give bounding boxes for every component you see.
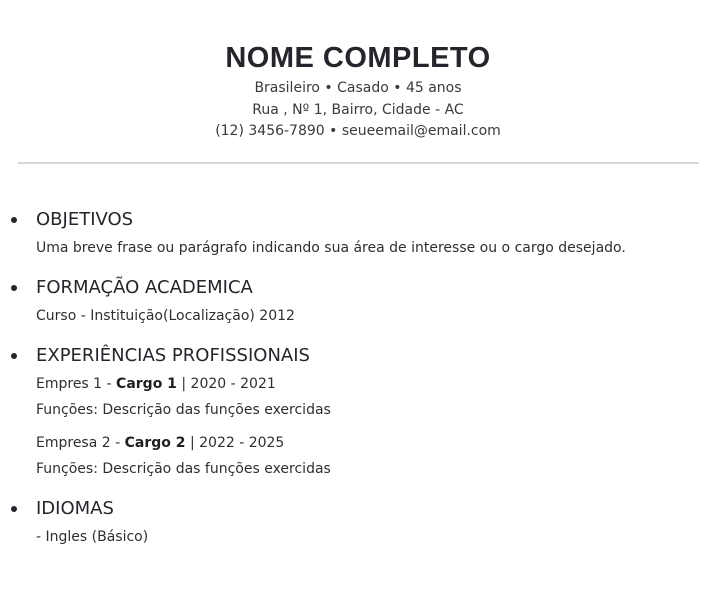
personal-info: Brasileiro • Casado • 45 anos [254, 80, 462, 96]
job-entry: Empresa 2 - Cargo 2 | 2022 - 2025 Funçõe… [0, 433, 716, 480]
job-heading: Empres 1 - Cargo 1 | 2020 - 2021 [36, 374, 716, 395]
section-education: FORMAÇÃO ACADEMICA Curso - Instituição(L… [0, 273, 716, 327]
section-languages: IDIOMAS - Ingles (Básico) [0, 494, 716, 548]
objectives-text: Uma breve frase ou parágrafo indicando s… [36, 240, 626, 256]
job-duties: Funções: Descrição das funções exercidas [36, 402, 331, 418]
bullet-icon [11, 285, 17, 291]
job-role: Cargo 2 [124, 435, 186, 451]
job-heading: Empresa 2 - Cargo 2 | 2022 - 2025 [36, 433, 716, 454]
bullet-icon [11, 506, 17, 512]
job-role: Cargo 1 [116, 376, 177, 392]
full-name: NOME COMPLETO [225, 42, 491, 74]
job-company: Empresa 2 - [36, 435, 125, 451]
section-objectives: OBJETIVOS Uma breve frase ou parágrafo i… [0, 205, 716, 259]
section-title: IDIOMAS [36, 498, 114, 519]
job-period: | 2020 - 2021 [176, 376, 276, 392]
education-text: Curso - Instituição(Localização) 2012 [36, 308, 295, 324]
bullet-icon [11, 353, 17, 359]
address: Rua , Nº 1, Bairro, Cidade - AC [252, 101, 464, 118]
resume-header: NOME COMPLETO Brasileiro • Casado • 45 a… [0, 38, 716, 143]
contact-info: (12) 3456-7890 • seueemail@email.com [215, 123, 501, 139]
section-title: EXPERIÊNCIAS PROFISSIONAIS [36, 345, 310, 366]
section-experience: EXPERIÊNCIAS PROFISSIONAIS Empres 1 - Ca… [0, 341, 716, 480]
header-divider [18, 162, 699, 164]
job-company: Empres 1 - [36, 376, 117, 392]
section-title: OBJETIVOS [36, 209, 134, 230]
job-duties: Funções: Descrição das funções exercidas [36, 461, 331, 477]
bullet-icon [11, 217, 17, 223]
job-entry: Empres 1 - Cargo 1 | 2020 - 2021 Funções… [0, 374, 716, 421]
section-title: FORMAÇÃO ACADEMICA [36, 277, 253, 298]
languages-text: - Ingles (Básico) [36, 529, 149, 545]
resume-sections: OBJETIVOS Uma breve frase ou parágrafo i… [0, 205, 716, 562]
job-period: | 2022 - 2025 [185, 435, 285, 451]
